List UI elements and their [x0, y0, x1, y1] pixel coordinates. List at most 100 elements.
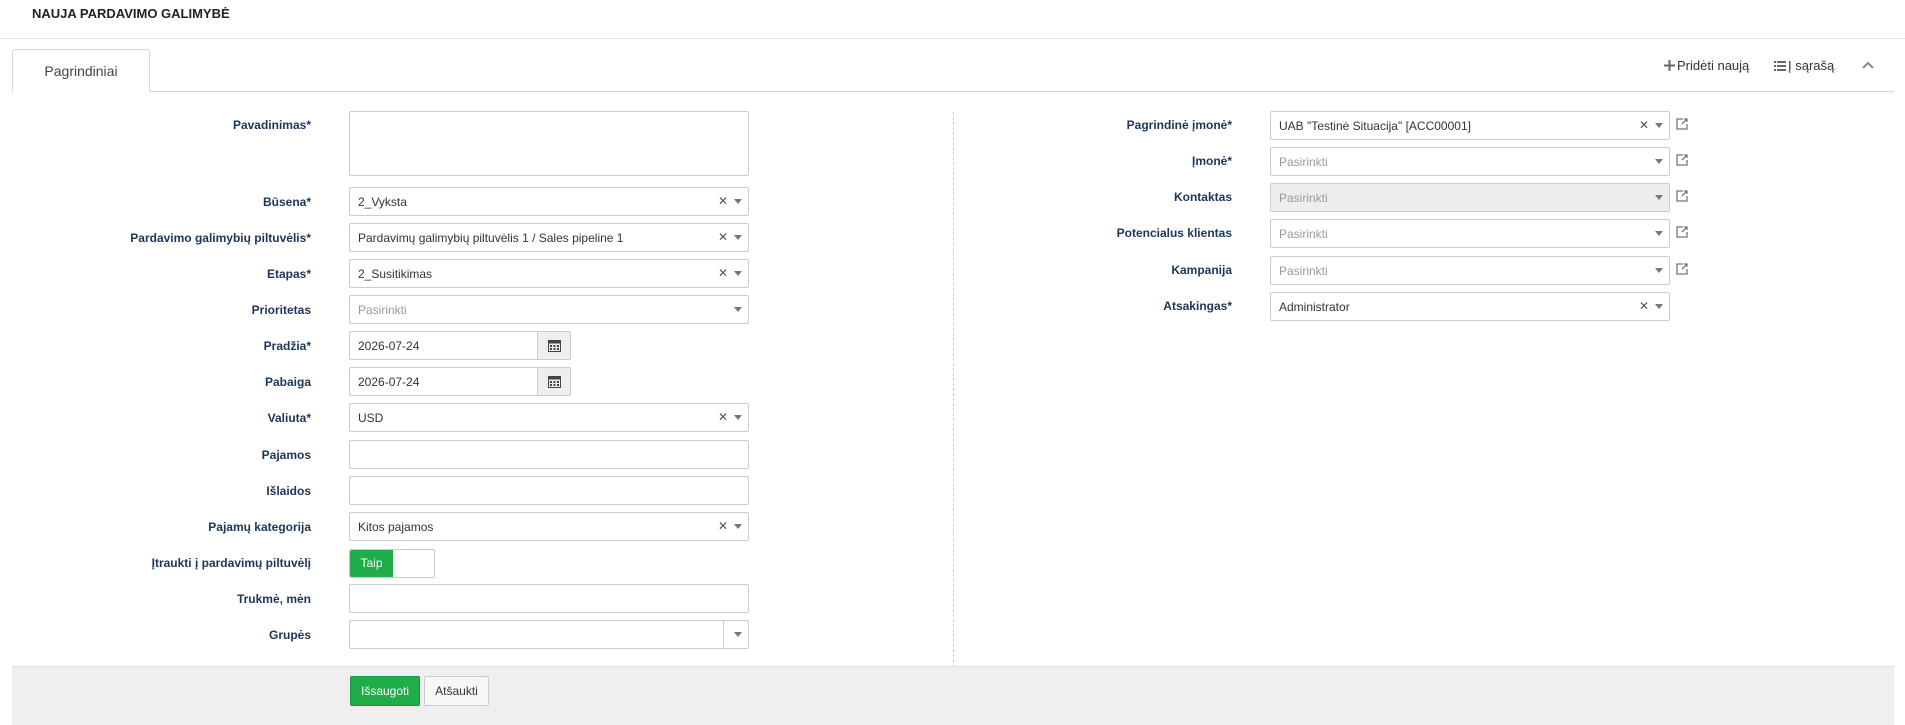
page-title: NAUJA PARDAVIMO GALIMYBĖ	[32, 6, 230, 21]
income-input[interactable]	[349, 440, 749, 469]
responsible-value: Administrator	[1279, 300, 1350, 314]
clear-icon[interactable]: ✕	[1639, 118, 1649, 132]
duration-input[interactable]	[349, 584, 749, 613]
to-list-label: Į sąrašą	[1788, 58, 1835, 73]
income-category-select[interactable]: Kitos pajamos ✕	[349, 512, 749, 541]
end-date-input[interactable]: 2026-07-24	[349, 367, 571, 396]
include-pipeline-toggle[interactable]: Taip	[349, 549, 435, 578]
campaign-placeholder: Pasirinkti	[1279, 264, 1328, 278]
add-new-link[interactable]: Pridėti naują	[1664, 58, 1749, 73]
company-select[interactable]: Pasirinkti	[1270, 147, 1670, 176]
campaign-select[interactable]: Pasirinkti	[1270, 256, 1670, 285]
income-label: Pajamos	[261, 448, 311, 462]
campaign-label: Kampanija	[1171, 263, 1232, 277]
currency-select[interactable]: USD ✕	[349, 403, 749, 432]
chevron-up-icon	[1862, 61, 1874, 69]
main-company-value: UAB "Testinė Situacija" [ACC00001]	[1279, 119, 1471, 133]
start-date-value: 2026-07-24	[358, 339, 420, 353]
name-label: Pavadinimas*	[232, 118, 311, 132]
stage-label: Etapas*	[266, 267, 311, 281]
priority-placeholder: Pasirinkti	[358, 303, 407, 317]
clear-icon[interactable]: ✕	[718, 519, 728, 533]
save-button[interactable]: Išsaugoti	[350, 676, 420, 706]
dropdown-arrow-icon[interactable]	[1655, 123, 1663, 128]
income-category-label: Pajamų kategorija	[208, 520, 311, 534]
currency-label: Valiuta*	[267, 411, 311, 425]
company-placeholder: Pasirinkti	[1279, 155, 1328, 169]
dropdown-arrow-icon[interactable]	[1655, 231, 1663, 236]
dropdown-arrow-icon[interactable]	[1655, 268, 1663, 273]
open-external-icon[interactable]	[1675, 262, 1689, 276]
add-new-label: Pridėti naują	[1677, 58, 1750, 73]
dropdown-arrow-icon[interactable]	[734, 632, 742, 637]
calendar-icon	[548, 340, 561, 352]
list-icon	[1774, 60, 1786, 71]
clear-icon[interactable]: ✕	[1639, 299, 1649, 313]
clear-icon[interactable]: ✕	[718, 266, 728, 280]
priority-select[interactable]: Pasirinkti	[349, 295, 749, 324]
collapse-button[interactable]	[1862, 56, 1874, 72]
duration-label: Trukmė, mėn	[236, 592, 311, 606]
main-company-select[interactable]: UAB "Testinė Situacija" [ACC00001] ✕	[1270, 111, 1670, 140]
open-external-icon[interactable]	[1675, 225, 1689, 239]
currency-value: USD	[358, 411, 384, 425]
include-pipeline-label: Įtraukti į pardavimų piltuvėlį	[151, 556, 311, 570]
status-label: Būsena*	[262, 195, 311, 209]
stage-select[interactable]: 2_Susitikimas ✕	[349, 259, 749, 288]
income-category-value: Kitos pajamos	[358, 520, 434, 534]
pipeline-value: Pardavimų galimybių piltuvėlis 1 / Sales…	[358, 231, 624, 245]
status-select[interactable]: 2_Vyksta ✕	[349, 187, 749, 216]
dropdown-arrow-icon[interactable]	[734, 235, 742, 240]
contact-select: Pasirinkti	[1270, 183, 1670, 212]
dropdown-arrow-icon[interactable]	[1655, 159, 1663, 164]
contact-placeholder: Pasirinkti	[1279, 191, 1328, 205]
lead-label: Potencialus klientas	[1116, 226, 1232, 240]
end-label: Pabaiga	[264, 375, 311, 389]
form-footer	[12, 666, 1894, 725]
start-date-input[interactable]: 2026-07-24	[349, 331, 571, 360]
open-external-icon[interactable]	[1675, 189, 1689, 203]
select-separator	[723, 621, 724, 648]
clear-icon[interactable]: ✕	[718, 230, 728, 244]
lead-select[interactable]: Pasirinkti	[1270, 219, 1670, 248]
column-divider	[953, 112, 954, 667]
groups-label: Grupės	[268, 628, 311, 642]
calendar-button[interactable]	[537, 368, 570, 395]
dropdown-arrow-icon[interactable]	[734, 415, 742, 420]
dropdown-arrow-icon[interactable]	[734, 307, 742, 312]
pipeline-select[interactable]: Pardavimų galimybių piltuvėlis 1 / Sales…	[349, 223, 749, 252]
expenses-label: Išlaidos	[266, 484, 311, 498]
dropdown-arrow-icon[interactable]	[734, 524, 742, 529]
dropdown-arrow-icon[interactable]	[734, 199, 742, 204]
dropdown-arrow-icon[interactable]	[734, 271, 742, 276]
start-label: Pradžia*	[263, 339, 311, 353]
to-list-link[interactable]: Į sąrašą	[1774, 58, 1834, 73]
responsible-label: Atsakingas*	[1163, 299, 1232, 313]
groups-select[interactable]	[349, 620, 749, 649]
open-external-icon[interactable]	[1675, 117, 1689, 131]
status-value: 2_Vyksta	[358, 195, 407, 209]
calendar-button[interactable]	[537, 332, 570, 359]
clear-icon[interactable]: ✕	[718, 194, 728, 208]
cancel-button[interactable]: Atšaukti	[424, 676, 489, 706]
priority-label: Prioritetas	[251, 303, 311, 317]
lead-placeholder: Pasirinkti	[1279, 227, 1328, 241]
top-bar: NAUJA PARDAVIMO GALIMYBĖ	[0, 0, 1905, 39]
tab-underline	[12, 91, 1894, 92]
dropdown-arrow-icon[interactable]	[1655, 304, 1663, 309]
tab-pagrindiniai[interactable]: Pagrindiniai	[12, 49, 150, 92]
pipeline-label: Pardavimo galimybių piltuvėlis*	[130, 231, 311, 245]
contact-label: Kontaktas	[1173, 190, 1232, 204]
toggle-on-label: Taip	[350, 550, 393, 577]
open-external-icon[interactable]	[1675, 153, 1689, 167]
calendar-icon	[548, 376, 561, 388]
dropdown-arrow-icon	[1655, 195, 1663, 200]
expenses-input[interactable]	[349, 476, 749, 505]
clear-icon[interactable]: ✕	[718, 410, 728, 424]
responsible-select[interactable]: Administrator ✕	[1270, 292, 1670, 321]
stage-value: 2_Susitikimas	[358, 267, 433, 281]
main-company-label: Pagrindinė įmonė*	[1126, 118, 1232, 132]
name-textarea[interactable]	[349, 111, 749, 176]
end-date-value: 2026-07-24	[358, 375, 420, 389]
company-label: Įmonė*	[1191, 154, 1232, 168]
